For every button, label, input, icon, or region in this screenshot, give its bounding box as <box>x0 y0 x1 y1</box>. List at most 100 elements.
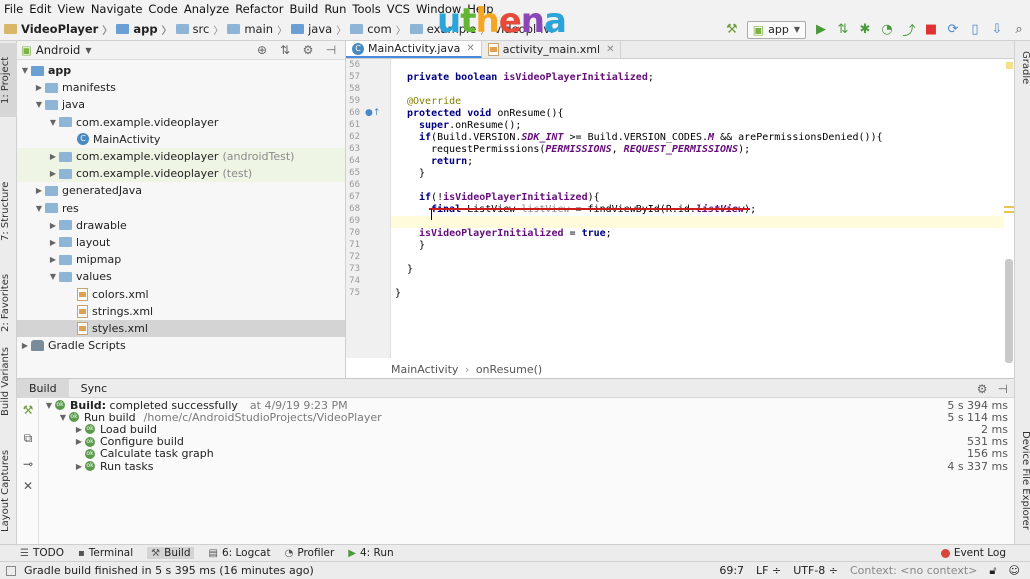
avd-manager-icon[interactable]: ▯ <box>967 22 983 38</box>
menu-tools[interactable]: Tools <box>352 2 380 16</box>
project-view-select[interactable]: ▣ Android ▼ <box>21 43 92 57</box>
tab-activity-main-xml[interactable]: activity_main.xml ✕ <box>482 41 622 58</box>
close-icon[interactable]: ✕ <box>606 44 614 55</box>
line-number: 61 <box>349 120 360 130</box>
tree-item-values[interactable]: ▼ values <box>17 268 345 285</box>
hammer-icon[interactable]: ⚒ <box>21 403 35 417</box>
search-icon[interactable]: ⌕ <box>1011 22 1027 38</box>
breadcrumb-java[interactable]: java 〉 <box>291 22 346 37</box>
close-icon[interactable]: ✕ <box>466 43 474 54</box>
tab-build-tool[interactable]: ⚒ Build <box>147 547 195 559</box>
tree-item-styles-xml[interactable]: styles.xml <box>17 319 345 337</box>
breadcrumb-src[interactable]: src 〉 <box>175 22 223 37</box>
menu-build[interactable]: Build <box>289 2 318 16</box>
tab-logcat[interactable]: ▤ 6: Logcat <box>208 547 270 559</box>
breadcrumb-method[interactable]: onResume() <box>476 363 542 376</box>
tab-terminal[interactable]: ▪ Terminal <box>78 547 133 559</box>
lock-icon[interactable]: 🔓︎ <box>989 564 996 578</box>
tree-item-res[interactable]: ▼ res <box>17 200 345 217</box>
tab-todo[interactable]: ☰ TODO <box>20 547 64 559</box>
tree-item-layout[interactable]: ▶ layout <box>17 234 345 251</box>
tree-item-label: styles.xml <box>92 321 148 335</box>
apply-changes-icon[interactable]: ⇅ <box>835 22 851 38</box>
menu-code[interactable]: Code <box>148 2 177 16</box>
tree-item-mipmap[interactable]: ▶ mipmap <box>17 251 345 268</box>
gear-icon[interactable]: ⚙ <box>977 382 988 396</box>
build-tree-row[interactable]: ▶ ok Configure build 531 ms <box>39 435 1014 448</box>
menu-edit[interactable]: Edit <box>29 2 51 16</box>
hide-icon[interactable]: ⊣ <box>998 382 1008 396</box>
build-tree-row[interactable]: ok Calculate task graph 156 ms <box>39 447 1014 460</box>
tree-item-java[interactable]: ▼ java <box>17 96 345 113</box>
menu-navigate[interactable]: Navigate <box>91 2 143 16</box>
run-icon[interactable]: ▶ <box>813 22 829 38</box>
tree-item-app[interactable]: ▼ app <box>17 62 345 79</box>
tab-sync[interactable]: Sync <box>69 379 120 398</box>
close-icon[interactable]: ✕ <box>21 479 35 493</box>
menu-file[interactable]: File <box>4 2 23 16</box>
caret-position[interactable]: 69:7 <box>719 564 744 577</box>
line-separator-select[interactable]: LF ÷ <box>756 564 781 577</box>
tree-item-package-test[interactable]: ▶ com.example.videoplayer (test) <box>17 165 345 183</box>
breadcrumb-main[interactable]: main 〉 <box>227 22 287 37</box>
gear-icon[interactable]: ⚙ <box>300 43 316 57</box>
scroll-from-source-icon[interactable]: ⊕ <box>254 43 270 57</box>
warning-marker[interactable] <box>1006 62 1013 69</box>
debug-icon[interactable]: ✱ <box>857 22 873 38</box>
collapse-all-icon[interactable]: ⇅ <box>277 43 293 57</box>
stop-icon[interactable]: ■ <box>923 22 939 38</box>
profile-icon[interactable]: ◔ <box>879 22 895 38</box>
menu-vcs[interactable]: VCS <box>387 2 410 16</box>
breadcrumb-app[interactable]: app 〉 <box>116 22 172 37</box>
tab-mainactivity-java[interactable]: C MainActivity.java ✕ <box>346 41 482 58</box>
tree-item-strings-xml[interactable]: strings.xml <box>17 303 345 320</box>
build-tree-row[interactable]: ▶ ok Run tasks 4 s 337 ms <box>39 460 1014 473</box>
override-marker-icon[interactable]: ●↑ <box>365 108 380 118</box>
menu-view[interactable]: View <box>58 2 85 16</box>
tree-item-gradle-scripts[interactable]: ▶ Gradle Scripts <box>17 337 345 354</box>
tool-windows-icon[interactable] <box>6 565 16 576</box>
gradle-tool-tab[interactable]: Gradle <box>1015 51 1030 101</box>
warning-marker[interactable] <box>1004 211 1014 213</box>
tree-item-manifests[interactable]: ▶ manifests <box>17 79 345 96</box>
status-message[interactable]: Gradle build finished in 5 s 395 ms (16 … <box>24 564 314 577</box>
layout-captures-tool-tab[interactable]: Layout Captures <box>0 445 17 537</box>
tree-item-package-androidtest[interactable]: ▶ com.example.videoplayer (androidTest) <box>17 147 345 166</box>
tab-profiler[interactable]: ◔ Profiler <box>285 547 335 559</box>
build-variants-tool-tab[interactable]: Build Variants <box>0 347 17 417</box>
encoding-select[interactable]: UTF-8 ÷ <box>793 564 838 577</box>
run-configuration-select[interactable]: ▣ app ▼ <box>746 20 806 39</box>
build-tree-row[interactable]: ▶ ok Load build 2 ms <box>39 423 1014 436</box>
breadcrumb-com[interactable]: com 〉 <box>350 22 406 37</box>
breadcrumb-class[interactable]: MainActivity <box>391 363 458 376</box>
hide-icon[interactable]: ⊣ <box>323 43 339 57</box>
pin-icon[interactable]: ⊸ <box>21 457 35 471</box>
sdk-manager-icon[interactable]: ⇩ <box>989 22 1005 38</box>
menu-run[interactable]: Run <box>324 2 346 16</box>
breadcrumb-project[interactable]: VideoPlayer 〉 <box>4 22 112 37</box>
vertical-scrollbar[interactable] <box>1005 259 1013 363</box>
sync-gradle-icon[interactable]: ⟳ <box>945 22 961 38</box>
build-tree-row[interactable]: ▼ ok Run build/home/c/AndroidStudioProject… <box>39 411 1014 424</box>
warning-marker[interactable] <box>1004 206 1014 208</box>
event-log-tab[interactable]: Event Log <box>940 547 1006 559</box>
tab-run[interactable]: ▶ 4: Run <box>348 547 393 559</box>
hammer-icon[interactable]: ⚒ <box>724 22 740 38</box>
device-file-explorer-tool-tab[interactable]: Device File Explorer <box>1015 431 1030 539</box>
menu-refactor[interactable]: Refactor <box>235 2 283 16</box>
structure-tool-tab[interactable]: 7: Structure <box>0 171 17 251</box>
project-tool-tab[interactable]: 1: Project <box>0 43 17 117</box>
context-indicator[interactable]: Context: <no context> <box>850 564 977 577</box>
tree-item-drawable[interactable]: ▶ drawable <box>17 217 345 234</box>
tab-build[interactable]: Build <box>17 378 69 398</box>
toggle-view-icon[interactable]: ⧉ <box>21 431 35 445</box>
tree-item-mainactivity[interactable]: C MainActivity <box>17 131 345 148</box>
attach-debugger-icon[interactable]: ⤴ <box>901 22 917 39</box>
tree-item-generatedjava[interactable]: ▶ generatedJava <box>17 182 345 199</box>
tree-item-package[interactable]: ▼ com.example.videoplayer <box>17 114 345 131</box>
build-tree-row[interactable]: ▼ ok Build: completed successfully at 4/9/1… <box>39 399 1014 412</box>
favorites-tool-tab[interactable]: 2: Favorites <box>0 263 17 343</box>
inspector-icon[interactable]: ☺ <box>1009 564 1020 577</box>
tree-item-colors-xml[interactable]: colors.xml <box>17 285 345 302</box>
menu-analyze[interactable]: Analyze <box>184 2 229 16</box>
